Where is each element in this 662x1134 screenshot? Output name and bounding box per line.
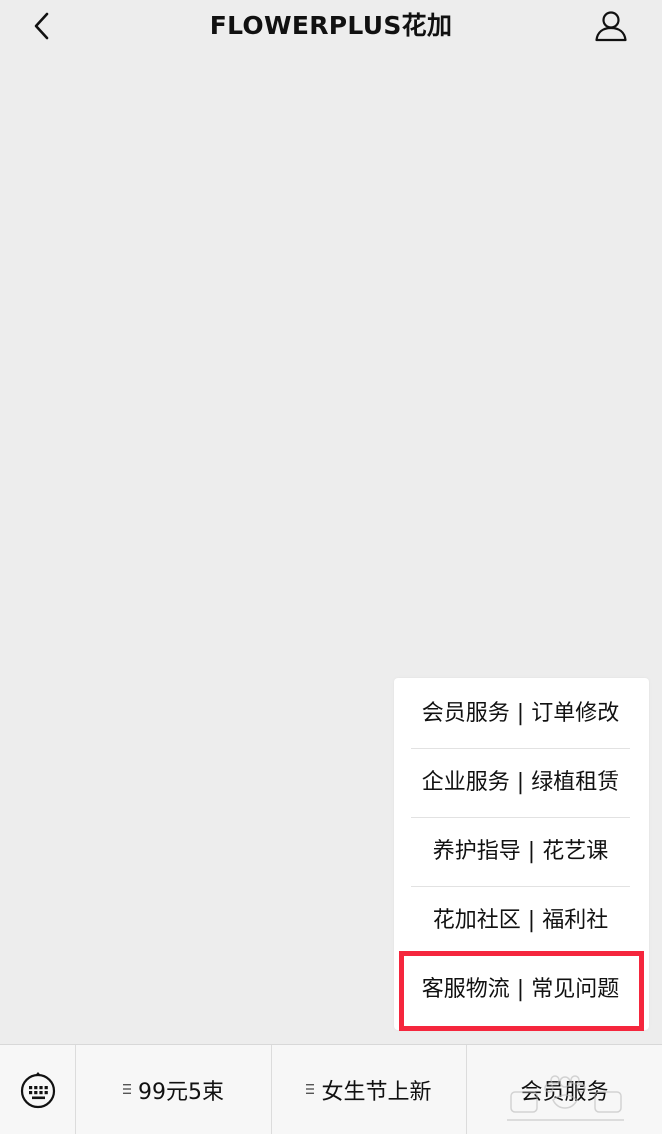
menu-button-99-yuan[interactable]: 99元5束 xyxy=(76,1045,272,1134)
keyboard-icon xyxy=(20,1071,55,1108)
keyboard-toggle-button[interactable] xyxy=(0,1045,76,1134)
submenu-item-community[interactable]: 花加社区 | 福利社 xyxy=(411,887,630,955)
page-title: FLOWERPLUS花加 xyxy=(209,11,453,40)
profile-button[interactable] xyxy=(590,5,632,47)
menu-button-member-service[interactable]: 会员服务 xyxy=(467,1045,662,1134)
user-icon xyxy=(595,11,627,42)
submenu-item-member-service[interactable]: 会员服务 | 订单修改 xyxy=(411,680,630,749)
submenu-item-customer-service[interactable]: 客服物流 | 常见问题 xyxy=(411,956,630,1024)
submenu-popup: 会员服务 | 订单修改 企业服务 | 绿植租赁 养护指导 | 花艺课 花加社区 … xyxy=(394,678,649,1030)
top-navigation-bar: FLOWERPLUS花加 xyxy=(0,0,662,52)
submenu-item-care-guide[interactable]: 养护指导 | 花艺课 xyxy=(411,818,630,887)
menu-lines-icon xyxy=(123,1083,131,1094)
submenu-item-enterprise-service[interactable]: 企业服务 | 绿植租赁 xyxy=(411,749,630,818)
bottom-menu-bar: 99元5束 女生节上新 会员服务 xyxy=(0,1044,662,1134)
menu-button-label: 会员服务 xyxy=(520,1079,609,1105)
menu-button-label: 99元5束 xyxy=(138,1079,224,1105)
menu-lines-icon xyxy=(306,1083,315,1094)
menu-button-womens-day[interactable]: 女生节上新 xyxy=(272,1045,467,1134)
menu-button-label: 女生节上新 xyxy=(321,1079,432,1105)
back-button[interactable] xyxy=(22,6,62,46)
chevron-left-icon xyxy=(34,12,49,40)
